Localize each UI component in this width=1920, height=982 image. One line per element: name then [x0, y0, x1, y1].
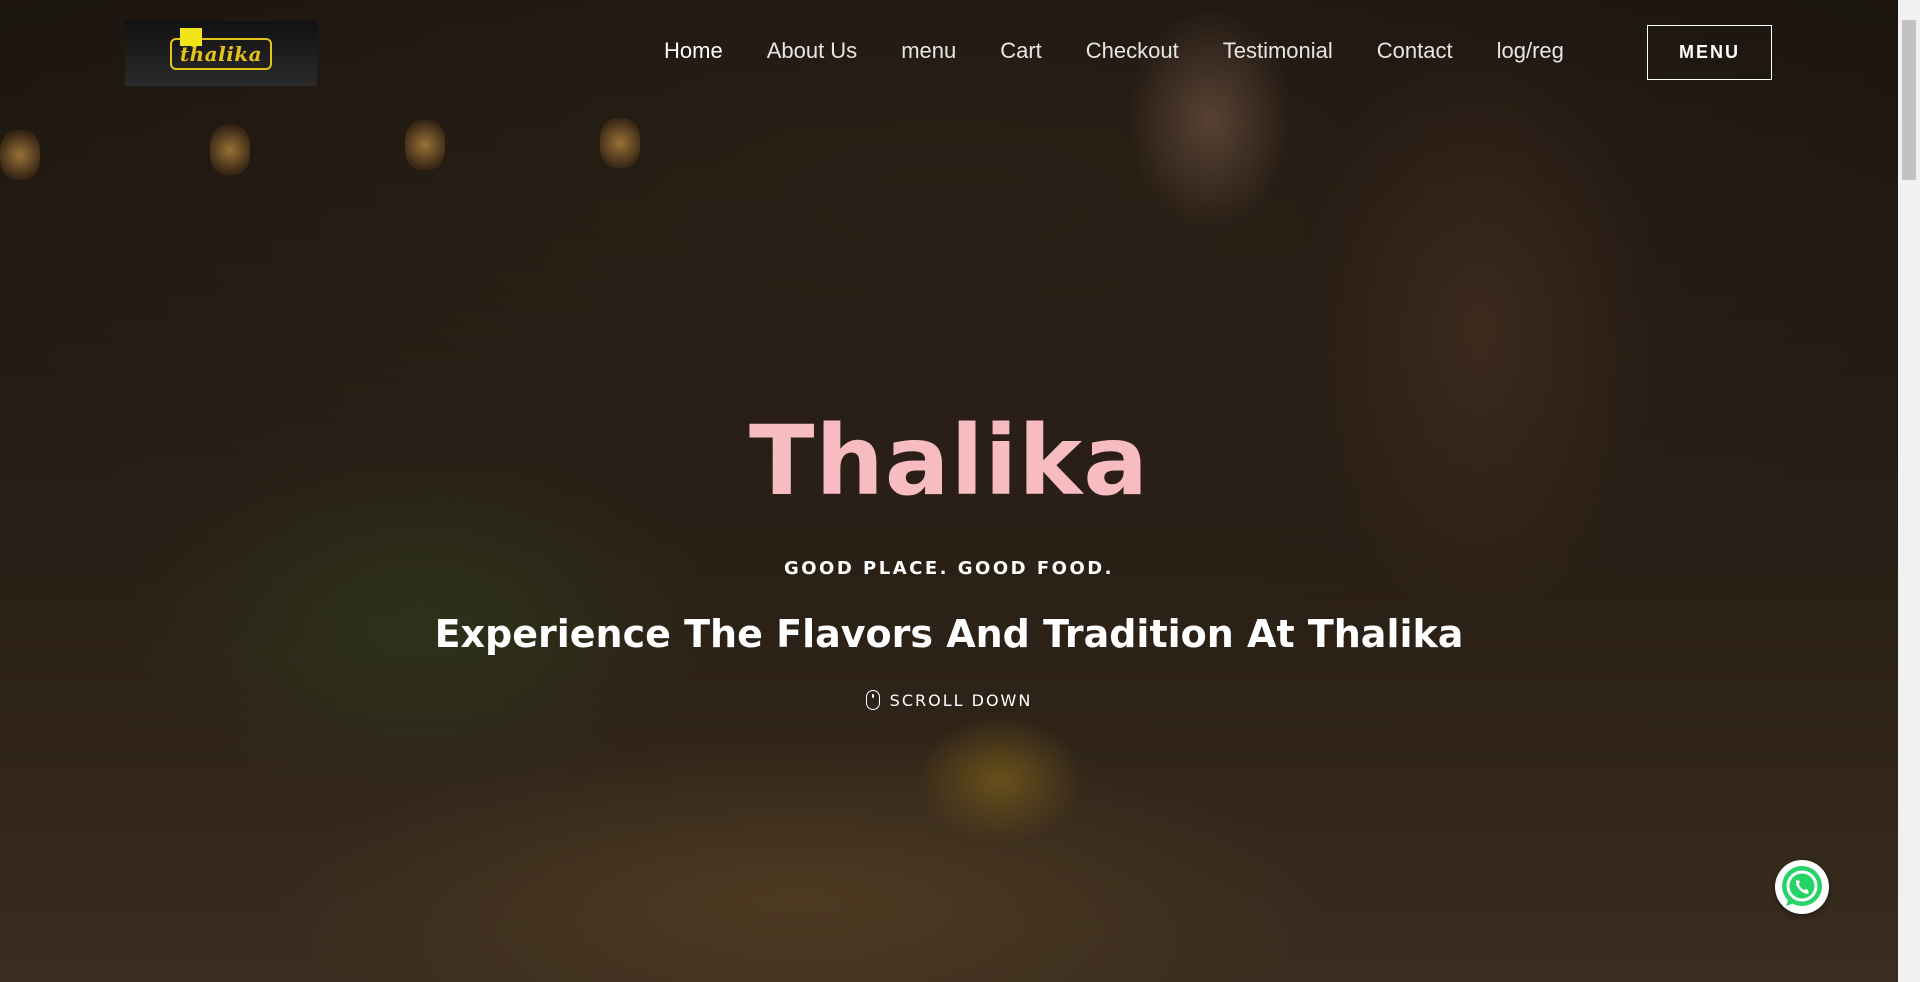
- nav-checkout[interactable]: Checkout: [1086, 38, 1179, 64]
- scrollbar-thumb[interactable]: [1902, 20, 1916, 180]
- hero-tagline: GOOD PLACE. GOOD FOOD.: [783, 558, 1115, 579]
- nav-login-register[interactable]: log/reg: [1497, 38, 1564, 64]
- hero-headline: Experience The Flavors And Tradition At …: [434, 612, 1464, 656]
- nav-links: Home About Us menu Cart Checkout Testimo…: [664, 38, 1608, 64]
- scroll-down-link[interactable]: SCROLL DOWN: [0, 690, 1898, 710]
- logo-square: [179, 27, 202, 46]
- top-navbar: thalika Home About Us menu Cart Checkout…: [0, 0, 1898, 108]
- mouse-icon: [865, 690, 880, 710]
- menu-button[interactable]: MENU: [1647, 25, 1772, 80]
- nav-testimonial[interactable]: Testimonial: [1223, 38, 1333, 64]
- page-scrollbar[interactable]: [1898, 0, 1920, 982]
- whatsapp-button[interactable]: [1775, 860, 1829, 914]
- nav-home[interactable]: Home: [664, 38, 723, 64]
- nav-about-us[interactable]: About Us: [767, 38, 858, 64]
- site-logo[interactable]: thalika: [125, 21, 317, 86]
- whatsapp-icon: [1782, 866, 1822, 906]
- logo-mark: thalika: [169, 27, 273, 70]
- scroll-down-label: SCROLL DOWN: [889, 690, 1033, 710]
- nav-menu[interactable]: menu: [901, 38, 956, 64]
- nav-cart[interactable]: Cart: [1000, 38, 1042, 64]
- hero-title: Thalika: [748, 405, 1150, 517]
- nav-contact[interactable]: Contact: [1377, 38, 1453, 64]
